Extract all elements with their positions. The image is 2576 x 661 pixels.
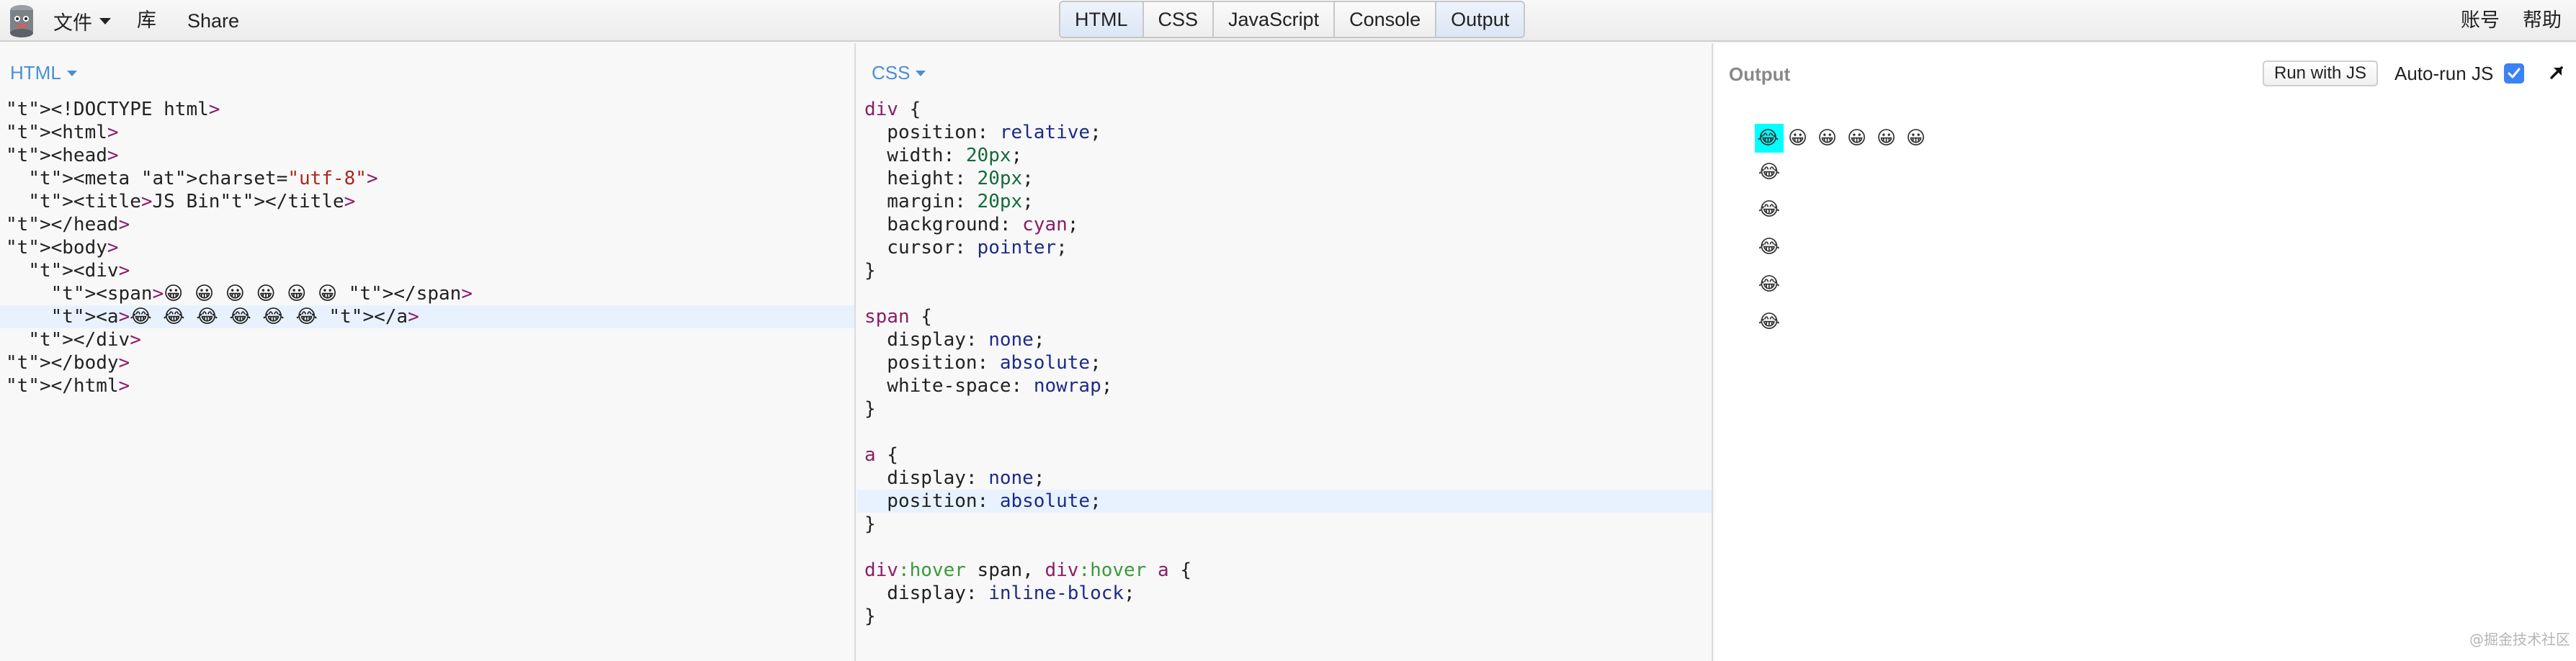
- laughing-emoji-icon: 😂: [1758, 311, 1781, 333]
- laughing-emoji-icon: 😂: [1757, 127, 1779, 149]
- autorun-label: Auto-run JS: [2394, 63, 2494, 84]
- menu-files-label: 文件: [53, 12, 92, 35]
- css-code-line[interactable]: [857, 421, 1712, 444]
- html-editor[interactable]: "t"><!DOCTYPE html> "t"><html> "t"><head> …: [0, 98, 854, 397]
- css-code-line[interactable]: a {: [857, 444, 1712, 467]
- smile-emoji-icon: 😀: [1817, 127, 1838, 149]
- html-code-line[interactable]: "t"></html>: [0, 374, 854, 397]
- css-code-line[interactable]: }: [857, 397, 1712, 421]
- css-panel-label: CSS: [872, 62, 911, 84]
- html-code-line[interactable]: "t"><title>JS Bin"t"></title>: [0, 190, 854, 213]
- jsbin-logo-icon[interactable]: [7, 3, 36, 39]
- css-code-line[interactable]: }: [857, 605, 1712, 628]
- html-code-line[interactable]: "t"></head>: [0, 213, 854, 236]
- laughing-emoji-icon: 😂: [1758, 274, 1781, 295]
- panel-tabs: HTML CSS JavaScript Console Output: [1059, 1, 1526, 38]
- checkmark-icon: [2508, 68, 2521, 78]
- html-panel: HTML "t"><!DOCTYPE html> "t"><html> "t"><h…: [0, 43, 856, 661]
- html-code-line[interactable]: "t"><body>: [0, 236, 854, 259]
- css-code-line[interactable]: position: absolute;: [857, 351, 1712, 374]
- html-panel-dropdown[interactable]: HTML: [10, 62, 77, 84]
- top-toolbar: 文件 库 Share HTML CSS JavaScript Console O…: [0, 0, 2576, 42]
- css-code-line[interactable]: [857, 536, 1712, 559]
- chevron-down-icon: [99, 17, 111, 24]
- laughing-emoji-icon: 😂: [1758, 236, 1781, 258]
- html-code-line[interactable]: "t"><html>: [0, 121, 854, 144]
- run-with-js-button[interactable]: Run with JS: [2263, 60, 2379, 86]
- css-code-line[interactable]: background: cyan;: [857, 213, 1712, 236]
- html-code-line[interactable]: "t"></body>: [0, 351, 854, 374]
- output-panel-label: Output: [1729, 63, 1791, 85]
- popout-arrow-icon[interactable]: [2546, 62, 2567, 84]
- css-panel: CSS div { position: relative; width: 20p…: [857, 43, 1713, 661]
- css-code-line[interactable]: [857, 282, 1712, 305]
- css-editor[interactable]: div { position: relative; width: 20px; h…: [857, 98, 1712, 628]
- css-code-line[interactable]: div:hover span, div:hover a {: [857, 559, 1712, 582]
- menu-account[interactable]: 账号: [2461, 8, 2500, 34]
- css-code-line[interactable]: height: 20px;: [857, 167, 1712, 190]
- html-code-line[interactable]: "t"><span>😀 😀 😀 😀 😀 😀 "t"></span>: [0, 282, 854, 305]
- tab-css[interactable]: CSS: [1143, 2, 1215, 37]
- css-code-line[interactable]: }: [857, 513, 1712, 536]
- menu-share[interactable]: Share: [187, 8, 239, 34]
- css-code-line[interactable]: display: none;: [857, 328, 1712, 351]
- smile-emoji-icon: 😀: [1905, 127, 1926, 149]
- css-code-line[interactable]: position: relative;: [857, 121, 1712, 144]
- html-code-line[interactable]: "t"></div>: [0, 328, 854, 351]
- smile-emoji-icon: 😀: [1846, 127, 1867, 149]
- laughing-emoji-icon: 😂: [1758, 199, 1781, 220]
- html-panel-label: HTML: [10, 62, 61, 84]
- menu-help[interactable]: 帮助: [2523, 8, 2562, 34]
- html-code-line[interactable]: "t"><div>: [0, 259, 854, 282]
- css-code-line[interactable]: span {: [857, 305, 1712, 328]
- chevron-down-icon: [66, 70, 77, 76]
- emoji-row: 😂 😀 😀 😀 😀 😀: [1753, 124, 1931, 153]
- autorun-checkbox[interactable]: [2504, 63, 2524, 84]
- laughing-emoji-icon: 😂: [1758, 161, 1781, 183]
- css-panel-dropdown[interactable]: CSS: [872, 62, 926, 84]
- tab-console[interactable]: Console: [1335, 2, 1437, 37]
- css-code-line[interactable]: width: 20px;: [857, 144, 1712, 167]
- smile-emoji-icon: 😀: [1876, 127, 1897, 149]
- css-code-line[interactable]: position: absolute;: [857, 490, 1712, 513]
- smile-emoji-icon: 😀: [1787, 127, 1808, 149]
- html-code-line[interactable]: "t"><a>😂 😂 😂 😂 😂 😂 "t"></a>: [0, 305, 854, 328]
- css-code-line[interactable]: display: none;: [857, 467, 1712, 490]
- css-code-line[interactable]: display: inline-block;: [857, 582, 1712, 605]
- html-code-line[interactable]: "t"><!DOCTYPE html>: [0, 98, 854, 121]
- css-code-line[interactable]: white-space: nowrap;: [857, 374, 1712, 397]
- tab-output[interactable]: Output: [1436, 2, 1524, 37]
- css-code-line[interactable]: }: [857, 259, 1712, 282]
- css-code-line[interactable]: margin: 20px;: [857, 190, 1712, 213]
- menu-library[interactable]: 库: [137, 8, 156, 34]
- chevron-down-icon: [916, 70, 926, 76]
- css-code-line[interactable]: div {: [857, 98, 1712, 121]
- tab-html[interactable]: HTML: [1060, 2, 1144, 37]
- menu-files[interactable]: 文件: [53, 8, 111, 35]
- html-code-line[interactable]: "t"><head>: [0, 144, 854, 167]
- watermark: @掘金技术社区: [2469, 631, 2570, 648]
- css-code-line[interactable]: cursor: pointer;: [857, 236, 1712, 259]
- html-code-line[interactable]: "t"><meta "at">charset="utf-8">: [0, 167, 854, 190]
- output-panel: Output Run with JS Auto-run JS 😂 😀 😀 😀 😀 😀 😂 😂…: [1714, 43, 2576, 661]
- tab-javascript[interactable]: JavaScript: [1214, 2, 1336, 37]
